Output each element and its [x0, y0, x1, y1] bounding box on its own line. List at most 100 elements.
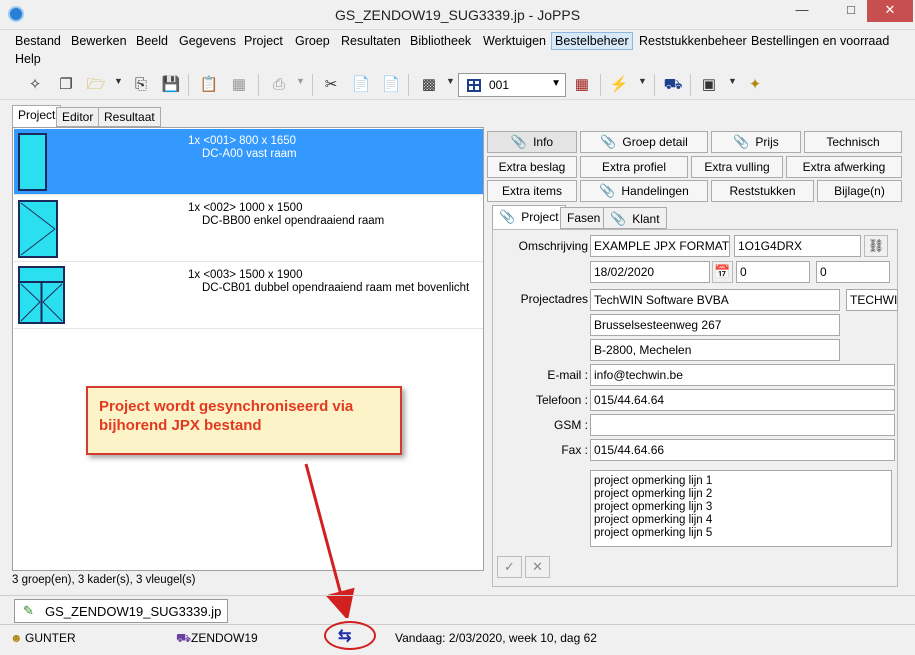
email-field[interactable]: info@techwin.be — [590, 364, 895, 386]
annotation-text: Project wordt gesynchroniseerd via bijho… — [99, 398, 354, 434]
chevron-down-icon[interactable]: ▼ — [728, 76, 737, 86]
document-tab-bar: ✎ GS_ZENDOW19_SUG3339.jp — [0, 595, 915, 623]
detail-panel: 📎 Info 📎 Groep detail 📎 Prijs Technisch Ext… — [485, 129, 905, 587]
menu-werktuigen[interactable]: Werktuigen — [480, 33, 549, 49]
tab-project[interactable]: Project — [12, 105, 62, 127]
adres-line-2[interactable]: Brusselsesteenweg 267 — [590, 314, 840, 336]
menu-project[interactable]: Project — [241, 33, 286, 49]
copy-icon[interactable]: ❐ — [55, 74, 77, 96]
list-item[interactable]: 1x <003> 1500 x 1900 DC-CB01 dubbel open… — [14, 263, 483, 329]
paperclip-icon: 📎 — [510, 134, 528, 149]
fax-field[interactable]: 015/44.64.66 — [590, 439, 895, 461]
tab-fasen[interactable]: Fasen — [560, 207, 608, 229]
extra-vulling-button[interactable]: Extra vulling — [691, 156, 783, 178]
minimize-button[interactable]: — — [789, 0, 815, 22]
cancel-icon[interactable]: ✕ — [525, 556, 550, 578]
status-database: ZENDOW19 — [191, 631, 258, 645]
tab-resultaat[interactable]: Resultaat — [98, 107, 161, 127]
extra-afwerking-button[interactable]: Extra afwerking — [786, 156, 902, 178]
tab-project-info[interactable]: 📎 Project — [492, 205, 566, 229]
date-field[interactable]: 18/02/2020 — [590, 261, 710, 283]
new-icon[interactable]: ✧ — [24, 74, 46, 96]
sync-icon[interactable]: ⇆ — [338, 626, 351, 646]
close-button[interactable]: ✕ — [867, 0, 913, 22]
number-field-1[interactable]: 0 — [736, 261, 810, 283]
open-folder-icon[interactable]: 🗁 — [85, 74, 107, 96]
extra-beslag-button[interactable]: Extra beslag — [487, 156, 577, 178]
tab-editor[interactable]: Editor — [56, 107, 100, 127]
chevron-down-icon[interactable]: ▼ — [446, 76, 455, 86]
confirm-icon[interactable]: ✓ — [497, 556, 522, 578]
bijlagen-button[interactable]: Bijlage(n) — [817, 180, 902, 202]
windows-icon[interactable]: ▦ — [571, 74, 593, 96]
tab-klant[interactable]: 📎 Klant — [603, 207, 667, 229]
number-field-2[interactable]: 0 — [816, 261, 890, 283]
item-description: DC-BB00 enkel opendraaiend raam — [202, 215, 385, 227]
opmerkingen-field[interactable]: project opmerking lijn 1 project opmerki… — [590, 470, 892, 547]
tab-project-label: Project — [521, 210, 559, 224]
email-label: E-mail : — [547, 368, 588, 382]
table-icon[interactable]: ▦ — [228, 74, 250, 96]
maximize-button[interactable]: □ — [838, 0, 864, 22]
groep-detail-button[interactable]: 📎 Groep detail — [580, 131, 708, 153]
prijs-button[interactable]: 📎 Prijs — [711, 131, 801, 153]
extra-items-button[interactable]: Extra items — [487, 180, 577, 202]
report-icon[interactable]: ▣ — [698, 74, 720, 96]
handelingen-label: Handelingen — [621, 184, 689, 198]
menu-help[interactable]: Help — [12, 51, 44, 67]
cut-icon[interactable]: ✂ — [320, 74, 342, 96]
handelingen-button[interactable]: 📎 Handelingen — [580, 180, 708, 202]
opmerking-line: project opmerking lijn 5 — [594, 527, 713, 539]
group-select[interactable]: 001 ▼ — [458, 73, 566, 97]
opmerking-line: project opmerking lijn 2 — [594, 488, 713, 500]
gsm-field[interactable] — [590, 414, 895, 436]
menu-bar: Bestand Bewerken Beeld Gegevens Project … — [12, 31, 912, 69]
paste-special-icon[interactable]: 📄 — [380, 74, 402, 96]
list-item[interactable]: 1x <002> 1000 x 1500 DC-BB00 enkel opend… — [14, 196, 483, 262]
technisch-button[interactable]: Technisch — [804, 131, 902, 153]
print-preview-icon[interactable]: ⎘ — [130, 74, 152, 96]
adres-line-1[interactable]: TechWIN Software BVBA — [590, 289, 840, 311]
chevron-down-icon[interactable]: ▼ — [296, 76, 305, 86]
magic-wand-icon[interactable]: ✦ — [744, 74, 766, 96]
menu-bibliotheek[interactable]: Bibliotheek — [407, 33, 474, 49]
group-select-value: 001 — [489, 78, 510, 92]
reststukken-button[interactable]: Reststukken — [711, 180, 814, 202]
extra-profiel-button[interactable]: Extra profiel — [580, 156, 688, 178]
database-icon: ⛟ — [176, 631, 192, 645]
save-icon[interactable]: 💾 — [160, 74, 182, 96]
menu-bestelbeheer[interactable]: Bestelbeheer — [551, 32, 633, 50]
menu-bestand[interactable]: Bestand — [12, 33, 64, 49]
menu-gegevens[interactable]: Gegevens — [176, 33, 239, 49]
menu-bestellingen-en-voorraad[interactable]: Bestellingen en voorraad — [748, 33, 892, 49]
database-help-icon[interactable]: ⛟ — [662, 74, 684, 96]
list-item[interactable]: 1x <001> 800 x 1650 DC-A00 vast raam — [14, 129, 483, 195]
fax-label: Fax : — [561, 443, 588, 457]
group-list: 1x <001> 800 x 1650 DC-A00 vast raam 1x … — [12, 127, 484, 571]
info-button[interactable]: 📎 Info — [487, 131, 577, 153]
document-tab[interactable]: ✎ GS_ZENDOW19_SUG3339.jp — [14, 599, 229, 623]
menu-resultaten[interactable]: Resultaten — [338, 33, 404, 49]
select-icon[interactable]: ▩ — [418, 74, 440, 96]
chevron-down-icon[interactable]: ▼ — [638, 76, 647, 86]
clipboard-icon[interactable]: 📋 — [198, 74, 220, 96]
printer-icon[interactable]: ⎙ — [268, 74, 290, 96]
paste-icon[interactable]: 📄 — [350, 74, 372, 96]
calendar-icon[interactable]: 📅 — [712, 261, 733, 283]
code-field[interactable]: 1O1G4DRX — [734, 235, 861, 257]
menu-groep[interactable]: Groep — [292, 33, 333, 49]
document-tab-label: GS_ZENDOW19_SUG3339.jp — [45, 604, 222, 619]
menu-reststukkenbeheer[interactable]: Reststukkenbeheer — [636, 33, 750, 49]
chevron-down-icon[interactable]: ▼ — [114, 76, 123, 86]
omschrijving-field[interactable]: EXAMPLE JPX FORMAT — [590, 235, 730, 257]
adres-extra-field[interactable]: TECHWIN — [846, 289, 898, 311]
telefoon-field[interactable]: 015/44.64.64 — [590, 389, 895, 411]
window-thumbnail — [18, 200, 58, 258]
menu-bewerken[interactable]: Bewerken — [68, 33, 130, 49]
item-dimensions: 1x <001> 800 x 1650 — [188, 135, 297, 147]
link-icon[interactable]: ⛓ — [864, 235, 888, 257]
adres-line-3[interactable]: B-2800, Mechelen — [590, 339, 840, 361]
annotation-arrow — [304, 463, 355, 618]
menu-beeld[interactable]: Beeld — [133, 33, 171, 49]
lightning-icon[interactable]: ⚡ — [608, 74, 630, 96]
